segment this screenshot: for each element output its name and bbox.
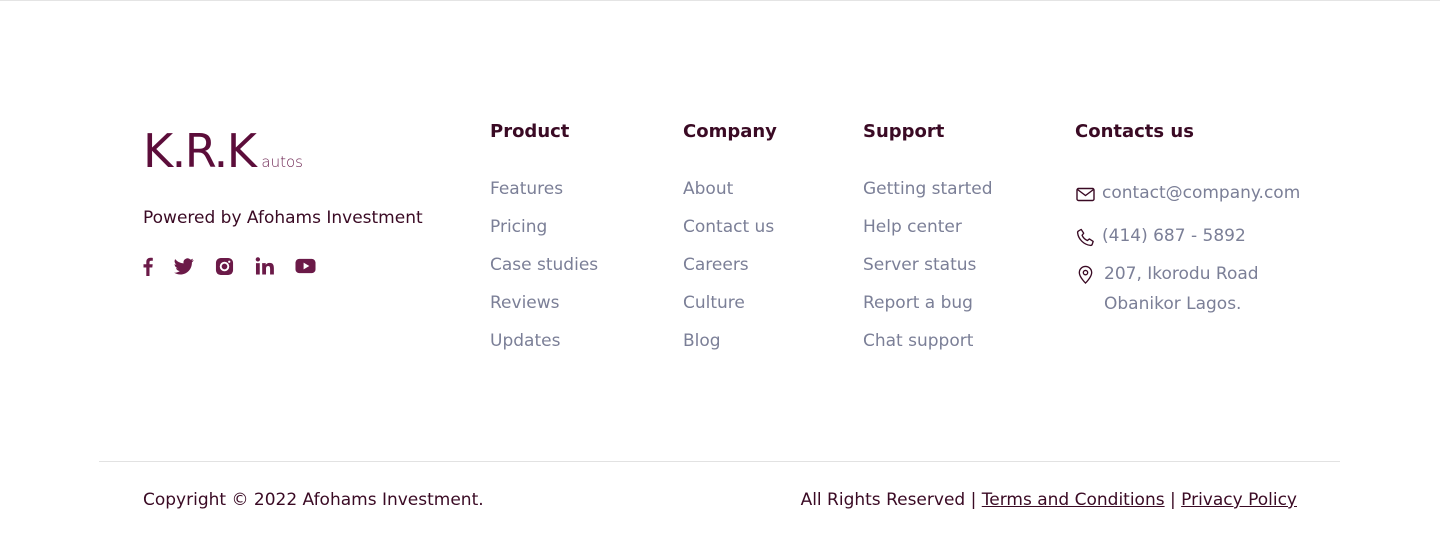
contacts-heading: Contacts us — [1075, 121, 1194, 142]
top-divider — [0, 0, 1440, 1]
support-heading: Support — [863, 121, 945, 142]
address-contact: 207, Ikorodu Road Obanikor Lagos. — [1075, 259, 1300, 319]
link-blog[interactable]: Blog — [683, 331, 777, 369]
email-contact[interactable]: contact@company.com — [1075, 183, 1300, 204]
brand-tagline: Powered by Afohams Investment — [143, 208, 423, 228]
brand-logo[interactable]: K.R.K autos — [143, 124, 303, 178]
terms-link[interactable]: Terms and Conditions — [982, 490, 1165, 510]
legal-links: All Rights Reserved | Terms and Conditio… — [801, 490, 1297, 510]
instagram-icon[interactable] — [215, 256, 234, 276]
mail-icon — [1075, 184, 1095, 204]
link-server-status[interactable]: Server status — [863, 255, 993, 293]
privacy-link[interactable]: Privacy Policy — [1181, 490, 1297, 510]
product-column: Product Features Pricing Case studies Re… — [490, 118, 598, 369]
link-reviews[interactable]: Reviews — [490, 293, 598, 331]
separator: | — [970, 490, 977, 510]
twitter-icon[interactable] — [174, 256, 194, 276]
link-getting-started[interactable]: Getting started — [863, 179, 993, 217]
logo-text: K.R.K — [143, 124, 257, 178]
link-features[interactable]: Features — [490, 179, 598, 217]
address-line-1: 207, Ikorodu Road — [1104, 264, 1259, 284]
linkedin-icon[interactable] — [255, 256, 274, 276]
facebook-icon[interactable] — [143, 256, 153, 276]
youtube-icon[interactable] — [295, 256, 316, 276]
product-heading: Product — [490, 121, 570, 142]
company-heading: Company — [683, 121, 777, 142]
link-culture[interactable]: Culture — [683, 293, 777, 331]
social-links — [143, 256, 337, 276]
link-careers[interactable]: Careers — [683, 255, 777, 293]
logo-subtext: autos — [261, 153, 303, 171]
copyright-text: Copyright © 2022 Afohams Investment. — [143, 490, 484, 510]
company-column: Company About Contact us Careers Culture… — [683, 118, 777, 369]
link-pricing[interactable]: Pricing — [490, 217, 598, 255]
phone-text: (414) 687 - 5892 — [1102, 226, 1246, 246]
email-text: contact@company.com — [1102, 183, 1301, 203]
link-report-bug[interactable]: Report a bug — [863, 293, 993, 331]
contacts-column: Contacts us contact@company.com (414) 68… — [1075, 118, 1300, 319]
link-help-center[interactable]: Help center — [863, 217, 993, 255]
phone-contact[interactable]: (414) 687 - 5892 — [1075, 226, 1300, 247]
link-chat-support[interactable]: Chat support — [863, 331, 993, 369]
footer-divider — [99, 461, 1340, 462]
address-line-2: Obanikor Lagos. — [1104, 294, 1242, 314]
link-updates[interactable]: Updates — [490, 331, 598, 369]
link-contact-us[interactable]: Contact us — [683, 217, 777, 255]
phone-icon — [1075, 227, 1095, 247]
link-about[interactable]: About — [683, 179, 777, 217]
separator: | — [1170, 490, 1176, 510]
support-column: Support Getting started Help center Serv… — [863, 118, 993, 369]
rights-text: All Rights Reserved — [800, 490, 966, 510]
location-pin-icon — [1075, 264, 1095, 284]
link-case-studies[interactable]: Case studies — [490, 255, 598, 293]
